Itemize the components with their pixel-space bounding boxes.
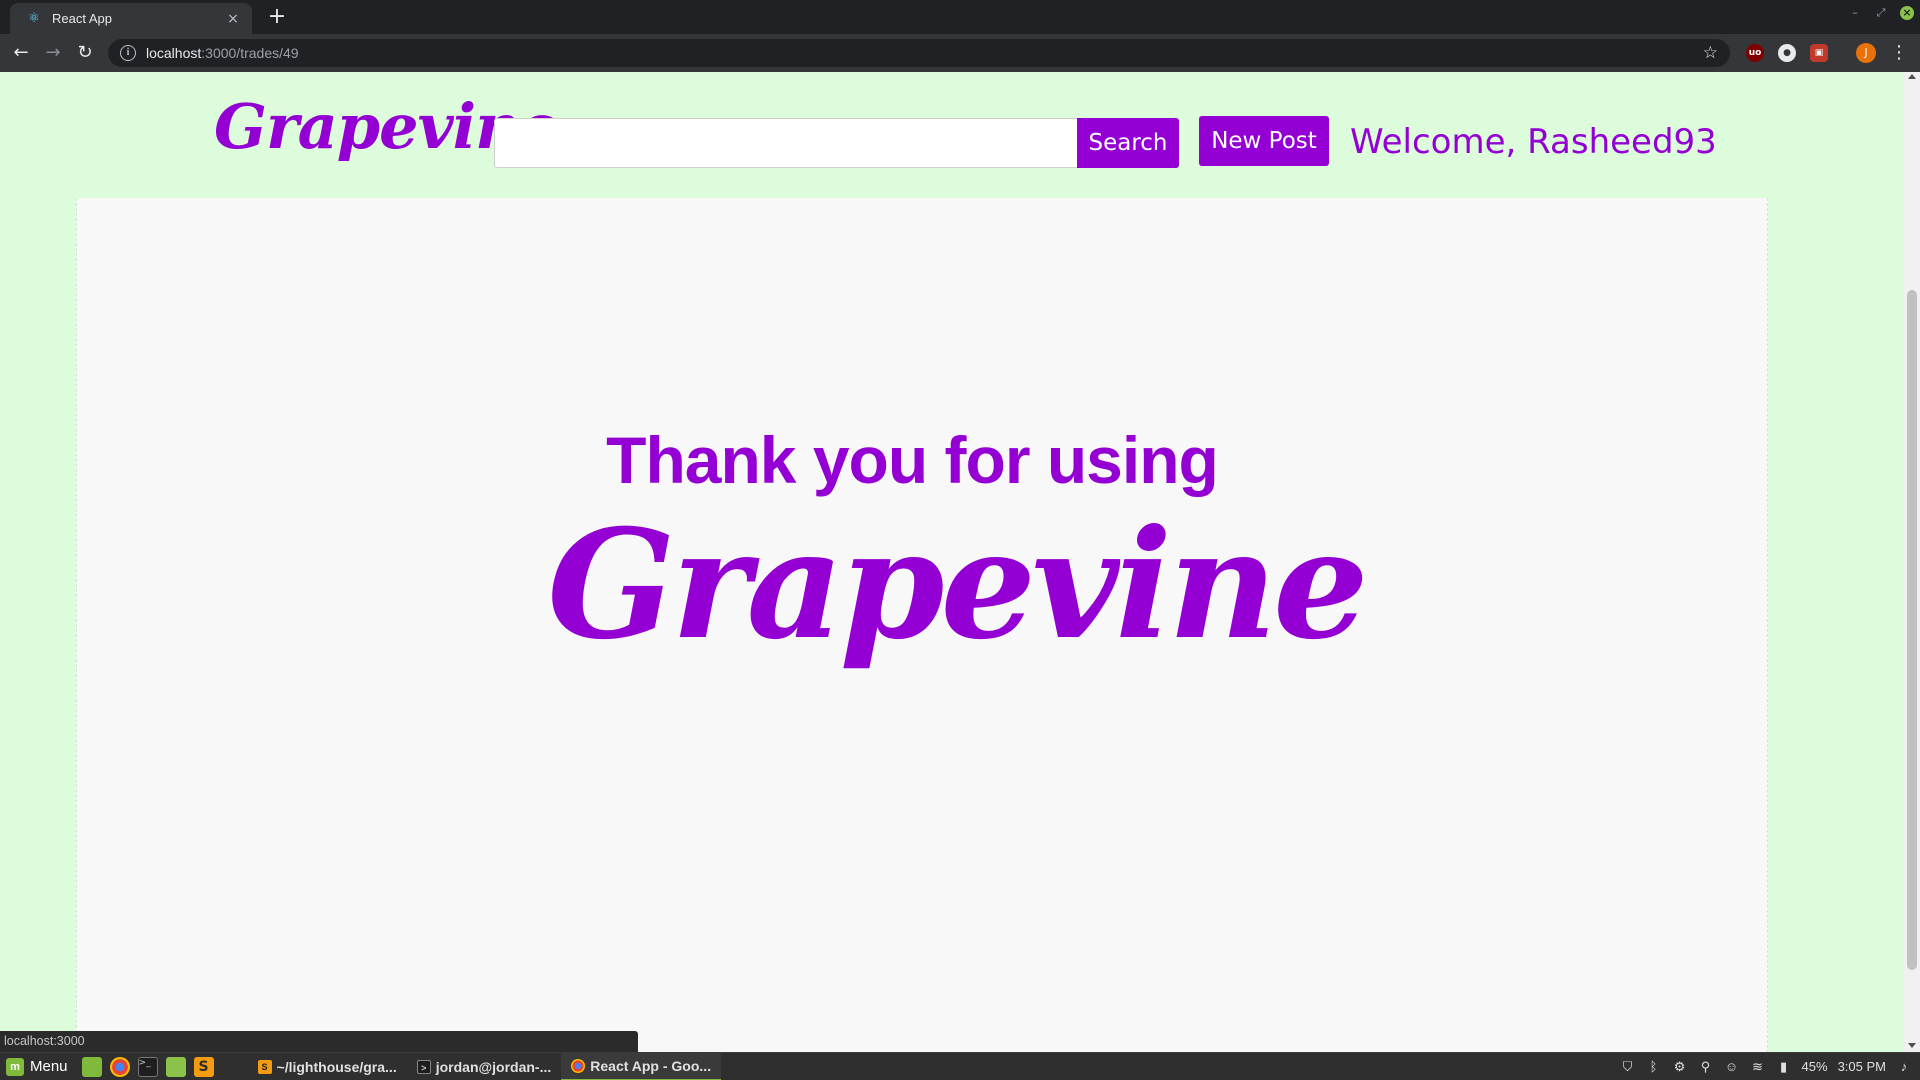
browser-tab[interactable]: ⚛ React App × [10, 3, 252, 34]
reload-icon[interactable]: ↻ [73, 41, 97, 65]
back-icon[interactable]: ← [9, 41, 33, 65]
search-input[interactable] [494, 118, 1078, 168]
sublime-icon: S [257, 1059, 272, 1074]
shield-icon[interactable]: ⛉ [1620, 1059, 1636, 1075]
scroll-up-icon[interactable] [1908, 74, 1916, 79]
scroll-down-icon[interactable] [1908, 1043, 1916, 1048]
welcome-message: Welcome, Rasheed93 [1350, 122, 1717, 162]
scrollbar-thumb[interactable] [1907, 290, 1917, 970]
battery-icon[interactable]: ▮ [1776, 1059, 1792, 1075]
files-launcher-icon[interactable] [165, 1056, 186, 1077]
show-desktop-icon[interactable] [81, 1056, 102, 1077]
terminal-launcher-icon[interactable]: >_ [137, 1056, 158, 1077]
taskbar-window-terminal[interactable]: > jordan@jordan-... [407, 1053, 562, 1080]
sublime-launcher-icon[interactable]: S [193, 1056, 214, 1077]
browser-menu-icon[interactable]: ⋮ [1890, 41, 1908, 65]
taskbar-window-label: jordan@jordan-... [435, 1058, 552, 1075]
bluetooth-icon[interactable]: ᛒ [1646, 1059, 1662, 1075]
link-status-bubble: localhost:3000 [0, 1031, 638, 1052]
forward-icon[interactable]: → [41, 41, 65, 65]
mint-logo-icon: m [6, 1057, 24, 1076]
page-scrollbar[interactable] [1904, 72, 1920, 1052]
new-post-button[interactable]: New Post [1199, 116, 1329, 166]
volume-icon[interactable]: ♪ [1896, 1059, 1912, 1075]
minimize-icon[interactable]: – [1848, 6, 1862, 20]
taskbar-window-label: ~/lighthouse/gra... [276, 1058, 397, 1075]
location-icon[interactable]: ⚲ [1698, 1059, 1714, 1075]
taskbar-window-sublime[interactable]: S ~/lighthouse/gra... [248, 1053, 407, 1080]
new-tab-button[interactable]: + [265, 5, 289, 29]
ublock-extension-icon[interactable]: uo [1746, 44, 1764, 62]
terminal-icon: > [416, 1059, 431, 1074]
chrome-launcher-icon[interactable] [109, 1056, 130, 1077]
info-icon[interactable]: i [120, 45, 136, 61]
site-header: Grapevine Search New Post Welcome, Rashe… [0, 72, 1904, 200]
clock[interactable]: 3:05 PM [1838, 1059, 1886, 1074]
chrome-icon [571, 1058, 586, 1073]
profile-avatar[interactable]: J [1856, 43, 1876, 63]
os-taskbar: m Menu >_ S S ~/lighthouse/gra... > jord… [0, 1052, 1920, 1080]
thank-you-heading: Thank you for using [606, 423, 1219, 497]
wifi-icon[interactable]: ≋ [1750, 1059, 1766, 1075]
taskbar-window-chrome[interactable]: React App - Goo... [561, 1052, 722, 1080]
tab-title: React App [52, 11, 112, 26]
url-host: localhost [146, 45, 202, 61]
start-menu-button[interactable]: m Menu [0, 1053, 74, 1080]
close-tab-icon[interactable]: × [224, 11, 242, 27]
page-viewport: Grapevine Search New Post Welcome, Rashe… [0, 72, 1904, 1052]
battery-percent: 45% [1801, 1059, 1828, 1074]
search-button[interactable]: Search [1077, 118, 1179, 168]
extension-icon[interactable]: ● [1778, 44, 1796, 62]
maximize-icon[interactable]: ⤢ [1874, 6, 1888, 20]
brand-logo-large: Grapevine [547, 497, 1368, 673]
taskbar-window-label: React App - Goo... [590, 1057, 712, 1074]
bookmark-star-icon[interactable]: ☆ [1703, 43, 1718, 63]
url-path: :3000/trades/49 [201, 45, 299, 61]
settings-icon[interactable]: ⚙ [1672, 1059, 1688, 1075]
browser-tabbar: ⚛ React App × + – ⤢ × [0, 0, 1920, 34]
window-controls: – ⤢ × [1848, 6, 1914, 20]
address-bar[interactable]: i localhost:3000/trades/49 ☆ [108, 39, 1730, 67]
react-icon: ⚛ [28, 11, 40, 26]
system-tray: ⛉ ᛒ ⚙ ⚲ ☺ ≋ ▮ 45% 3:05 PM ♪ [1620, 1059, 1920, 1075]
close-window-icon[interactable]: × [1900, 6, 1914, 20]
user-icon[interactable]: ☺ [1724, 1059, 1740, 1075]
browser-toolbar: ← → ↻ i localhost:3000/trades/49 ☆ uo ● … [0, 34, 1920, 72]
extension-icon[interactable]: ▣ [1810, 44, 1828, 62]
menu-label: Menu [30, 1058, 68, 1075]
